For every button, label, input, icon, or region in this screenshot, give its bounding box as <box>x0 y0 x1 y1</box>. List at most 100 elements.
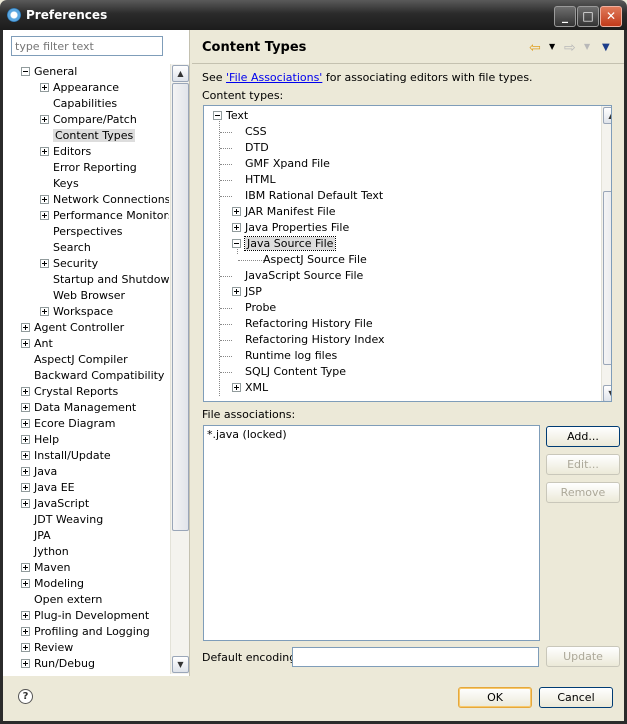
collapse-icon[interactable] <box>232 238 241 248</box>
tree-item-editors[interactable]: Editors <box>40 144 91 160</box>
default-encoding-input[interactable] <box>292 647 539 667</box>
tree-item-general[interactable]: General <box>21 64 77 80</box>
tree-item-profiling-and-logging[interactable]: Profiling and Logging <box>21 624 150 640</box>
content-type-java-source-file[interactable]: Java Source File <box>232 236 337 252</box>
content-type-ibm-rational-default-text[interactable]: IBM Rational Default Text <box>232 188 383 204</box>
content-type-runtime-log-files[interactable]: Runtime log files <box>232 348 337 364</box>
tree-item-crystal-reports[interactable]: Crystal Reports <box>21 384 118 400</box>
ok-button[interactable]: OK <box>458 687 532 708</box>
expand-icon[interactable] <box>21 610 30 620</box>
expand-icon[interactable] <box>40 114 49 124</box>
expand-icon[interactable] <box>21 450 30 460</box>
content-type-xml[interactable]: XML <box>232 380 268 396</box>
content-type-probe[interactable]: Probe <box>232 300 276 316</box>
tree-item-performance-monitors[interactable]: Performance Monitors <box>40 208 169 224</box>
tree-item-ant[interactable]: Ant <box>21 336 53 352</box>
tree-item-capabilities[interactable]: Capabilities <box>40 96 117 112</box>
scroll-up-arrow-icon[interactable]: ▲ <box>603 107 611 124</box>
update-button[interactable]: Update <box>546 646 620 667</box>
tree-item-modeling[interactable]: Modeling <box>21 576 84 592</box>
tree-item-ecore-diagram[interactable]: Ecore Diagram <box>21 416 116 432</box>
content-type-sqlj-content-type[interactable]: SQLJ Content Type <box>232 364 346 380</box>
back-dropdown-icon[interactable]: ▼ <box>549 42 555 51</box>
tree-item-java[interactable]: Java <box>21 464 57 480</box>
file-associations-link[interactable]: 'File Associations' <box>226 71 322 84</box>
expand-icon[interactable] <box>40 210 49 220</box>
tree-item-jpa[interactable]: JPA <box>21 528 51 544</box>
expand-icon[interactable] <box>21 658 30 668</box>
scroll-up-arrow-icon[interactable]: ▲ <box>172 65 189 82</box>
minimize-button[interactable]: _ <box>554 6 576 27</box>
content-type-javascript-source-file[interactable]: JavaScript Source File <box>232 268 363 284</box>
tree-item-agent-controller[interactable]: Agent Controller <box>21 320 124 336</box>
tree-item-workspace[interactable]: Workspace <box>40 304 113 320</box>
tree-item-run-debug[interactable]: Run/Debug <box>21 656 95 672</box>
back-arrow-icon[interactable]: ⇦ <box>529 40 541 56</box>
tree-item-plug-in-development[interactable]: Plug-in Development <box>21 608 149 624</box>
expand-icon[interactable] <box>21 338 30 348</box>
expand-icon[interactable] <box>21 498 30 508</box>
view-menu-icon[interactable]: ▼ <box>602 42 610 53</box>
expand-icon[interactable] <box>21 434 30 444</box>
expand-icon[interactable] <box>21 482 30 492</box>
preference-tree-scrollbar[interactable]: ▲ ▼ <box>170 64 189 674</box>
scroll-down-arrow-icon[interactable]: ▼ <box>603 385 611 401</box>
content-type-html[interactable]: HTML <box>232 172 276 188</box>
remove-button[interactable]: Remove <box>546 482 620 503</box>
tree-item-perspectives[interactable]: Perspectives <box>40 224 122 240</box>
collapse-icon[interactable] <box>21 66 30 76</box>
collapse-icon[interactable] <box>213 110 222 120</box>
tree-item-appearance[interactable]: Appearance <box>40 80 119 96</box>
expand-icon[interactable] <box>21 642 30 652</box>
expand-icon[interactable] <box>21 466 30 476</box>
content-type-refactoring-history-file[interactable]: Refactoring History File <box>232 316 373 332</box>
expand-icon[interactable] <box>232 286 241 296</box>
tree-item-jython[interactable]: Jython <box>21 544 69 560</box>
help-icon[interactable]: ? <box>18 689 33 704</box>
content-type-java-properties-file[interactable]: Java Properties File <box>232 220 349 236</box>
tree-item-aspectj-compiler[interactable]: AspectJ Compiler <box>21 352 128 368</box>
filter-input[interactable] <box>11 36 163 56</box>
expand-icon[interactable] <box>21 626 30 636</box>
maximize-button[interactable]: □ <box>577 6 599 27</box>
tree-item-help[interactable]: Help <box>21 432 59 448</box>
edit-button[interactable]: Edit... <box>546 454 620 475</box>
tree-item-search[interactable]: Search <box>40 240 91 256</box>
scroll-down-arrow-icon[interactable]: ▼ <box>172 656 189 673</box>
tree-item-network-connections[interactable]: Network Connections <box>40 192 169 208</box>
tree-item-error-reporting[interactable]: Error Reporting <box>40 160 137 176</box>
content-type-jar-manifest-file[interactable]: JAR Manifest File <box>232 204 336 220</box>
forward-arrow-icon[interactable]: ⇨ <box>564 40 576 56</box>
expand-icon[interactable] <box>232 382 241 392</box>
tree-item-review[interactable]: Review <box>21 640 73 656</box>
expand-icon[interactable] <box>21 402 30 412</box>
tree-item-open-extern[interactable]: Open extern <box>21 592 102 608</box>
file-association-item[interactable]: *.java (locked) <box>207 427 287 443</box>
expand-icon[interactable] <box>21 562 30 572</box>
expand-icon[interactable] <box>40 146 49 156</box>
expand-icon[interactable] <box>21 578 30 588</box>
tree-item-compare-patch[interactable]: Compare/Patch <box>40 112 137 128</box>
close-button[interactable]: ✕ <box>600 6 622 27</box>
expand-icon[interactable] <box>40 306 49 316</box>
scrollbar-thumb[interactable] <box>172 83 189 531</box>
tree-item-web-browser[interactable]: Web Browser <box>40 288 125 304</box>
content-type-jsp[interactable]: JSP <box>232 284 262 300</box>
content-type-aspectj-source-file[interactable]: AspectJ Source File <box>250 252 367 268</box>
tree-item-maven[interactable]: Maven <box>21 560 70 576</box>
tree-item-security[interactable]: Security <box>40 256 98 272</box>
tree-item-startup-and-shutdown[interactable]: Startup and Shutdown <box>40 272 169 288</box>
expand-icon[interactable] <box>21 322 30 332</box>
content-tree-scrollbar[interactable]: ▲ ▼ <box>601 106 611 401</box>
content-type-gmf-xpand-file[interactable]: GMF Xpand File <box>232 156 330 172</box>
expand-icon[interactable] <box>232 222 241 232</box>
expand-icon[interactable] <box>232 206 241 216</box>
tree-item-keys[interactable]: Keys <box>40 176 79 192</box>
add-button[interactable]: Add... <box>546 426 620 447</box>
tree-item-java-ee[interactable]: Java EE <box>21 480 75 496</box>
content-type-text[interactable]: Text <box>213 108 248 124</box>
content-type-dtd[interactable]: DTD <box>232 140 269 156</box>
tree-item-content-types[interactable]: Content Types <box>40 128 136 144</box>
expand-icon[interactable] <box>40 82 49 92</box>
tree-item-javascript[interactable]: JavaScript <box>21 496 89 512</box>
